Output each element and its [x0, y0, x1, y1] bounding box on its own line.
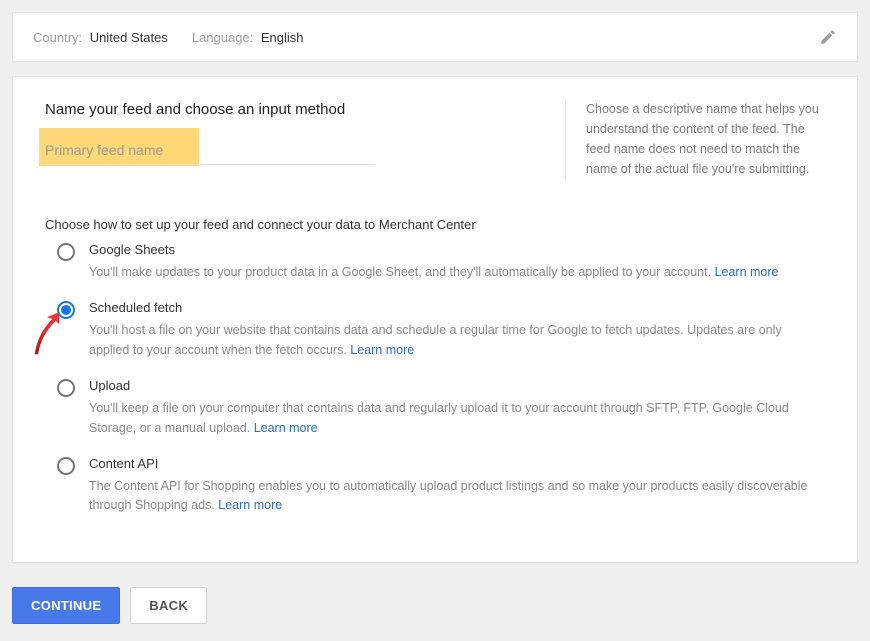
radio-google-sheets[interactable] [57, 243, 75, 261]
help-text: Choose a descriptive name that helps you… [565, 99, 825, 179]
primary-feed-name-input[interactable] [45, 136, 375, 165]
option-content-api[interactable]: Content API The Content API for Shopping… [57, 456, 825, 516]
country-value: United States [90, 30, 168, 45]
language-value: English [261, 30, 304, 45]
option-upload[interactable]: Upload You'll keep a file on your comput… [57, 378, 825, 438]
edit-icon[interactable] [819, 28, 837, 46]
option-title[interactable]: Upload [89, 378, 825, 393]
learn-more-link[interactable]: Learn more [715, 265, 779, 279]
language-label: Language: [192, 30, 253, 45]
footer-actions: CONTINUE BACK [12, 587, 858, 624]
learn-more-link[interactable]: Learn more [218, 498, 282, 512]
option-desc: You'll host a file on your website that … [89, 321, 825, 360]
radio-scheduled-fetch[interactable] [57, 301, 75, 319]
feed-setup-card: Name your feed and choose an input metho… [12, 76, 858, 563]
learn-more-link[interactable]: Learn more [350, 343, 414, 357]
option-title[interactable]: Content API [89, 456, 825, 471]
country-pair: Country: United States [33, 30, 168, 45]
option-title[interactable]: Scheduled fetch [89, 300, 825, 315]
option-title[interactable]: Google Sheets [89, 242, 825, 257]
radio-upload[interactable] [57, 379, 75, 397]
option-scheduled-fetch[interactable]: Scheduled fetch You'll host a file on yo… [57, 300, 825, 360]
choose-subhead: Choose how to set up your feed and conne… [45, 217, 825, 232]
option-desc: You'll keep a file on your computer that… [89, 399, 825, 438]
option-desc: The Content API for Shopping enables you… [89, 477, 825, 516]
option-google-sheets[interactable]: Google Sheets You'll make updates to you… [57, 242, 825, 282]
section-title: Name your feed and choose an input metho… [45, 101, 529, 118]
continue-button[interactable]: CONTINUE [12, 587, 120, 624]
back-button[interactable]: BACK [130, 587, 207, 624]
settings-summary-bar: Country: United States Language: English [12, 12, 858, 62]
country-label: Country: [33, 30, 82, 45]
language-pair: Language: English [192, 30, 304, 45]
radio-content-api[interactable] [57, 457, 75, 475]
learn-more-link[interactable]: Learn more [254, 421, 318, 435]
option-desc: You'll make updates to your product data… [89, 263, 825, 282]
